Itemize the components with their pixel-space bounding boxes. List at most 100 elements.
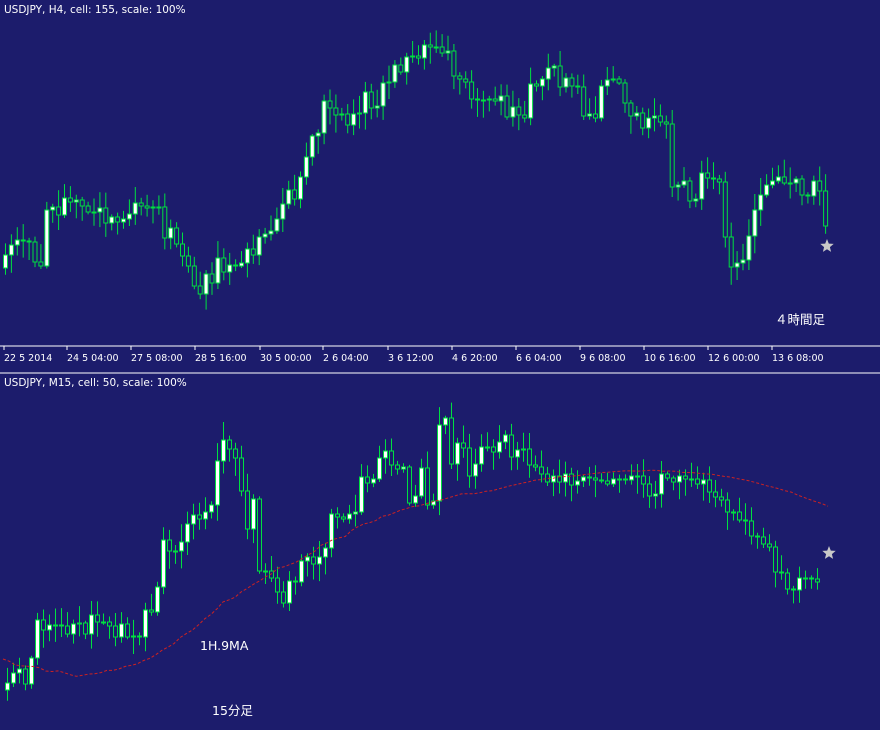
h4-candle xyxy=(3,254,8,269)
m15-candle xyxy=(209,504,214,513)
chart-canvas[interactable]: 22 5 2014 24 5 04:00 27 5 08:00 28 5 16:00 3… xyxy=(0,0,880,730)
m15-candle xyxy=(701,479,706,485)
m15-candle xyxy=(221,439,226,462)
h4-header: USDJPY, H4, cell: 155, scale: 100% xyxy=(4,4,186,16)
m15-candle xyxy=(359,476,364,513)
h4-candle xyxy=(711,177,716,180)
m15-candle xyxy=(491,446,496,453)
x-tick-label: 9 6 08:00 xyxy=(580,353,626,364)
star-marker-bottom xyxy=(822,546,836,559)
h4-candle xyxy=(652,115,657,119)
m15-annotation: 15分足 xyxy=(212,703,253,718)
m15-candle xyxy=(755,535,760,538)
m15-candle xyxy=(611,478,616,485)
h4-candle xyxy=(362,91,368,114)
m15-candle xyxy=(341,516,346,520)
h4-candle xyxy=(486,98,492,101)
m15-candle xyxy=(347,513,352,520)
h4-candle xyxy=(185,255,191,267)
h4-candle xyxy=(44,209,50,267)
m15-candle xyxy=(371,478,376,484)
h4-candle xyxy=(262,233,268,238)
m15-candle xyxy=(761,536,766,545)
m15-candle xyxy=(581,476,586,482)
m15-candle xyxy=(137,635,142,638)
m15-candle xyxy=(245,490,250,530)
m15-candle xyxy=(437,424,442,502)
h4-candle xyxy=(663,121,669,125)
h4-candle xyxy=(604,79,610,87)
m15-candle xyxy=(665,473,670,479)
h4-candle xyxy=(528,83,534,119)
m15-candle xyxy=(401,466,406,470)
h4-candle xyxy=(758,194,764,211)
h4-candle xyxy=(622,82,628,104)
h4-candle xyxy=(38,261,44,267)
h4-candle xyxy=(793,178,799,184)
h4-candle xyxy=(386,81,392,84)
h4-candle xyxy=(85,205,91,213)
m15-candle xyxy=(419,467,424,497)
h4-candle xyxy=(121,218,126,223)
h4-candle xyxy=(504,95,510,118)
m15-candle xyxy=(179,541,184,552)
m15-candle xyxy=(671,477,676,483)
h4-candle xyxy=(233,264,239,267)
m15-candle xyxy=(803,577,808,580)
h4-candle xyxy=(268,230,274,235)
m15-candle xyxy=(71,623,76,635)
h4-candle xyxy=(787,182,793,185)
h4-candle xyxy=(56,206,62,216)
m15-candle xyxy=(443,417,448,426)
time-axis: 22 5 2014 24 5 04:00 27 5 08:00 28 5 16:00 3… xyxy=(3,346,824,364)
m15-candle xyxy=(125,623,130,638)
m15-candle xyxy=(29,657,34,685)
h4-candle xyxy=(144,205,150,209)
x-tick-label: 13 6 08:00 xyxy=(772,353,824,364)
h4-candle xyxy=(781,176,787,184)
m15-candle xyxy=(617,478,622,481)
m15-candle xyxy=(797,577,802,591)
m15-candle xyxy=(749,520,754,537)
m15-candle xyxy=(425,467,430,506)
m15-candle xyxy=(317,556,322,565)
m15-candle xyxy=(383,450,388,459)
h4-candle xyxy=(327,100,333,109)
m15-candle xyxy=(41,619,46,631)
m15-candle xyxy=(449,417,454,465)
h4-candle xyxy=(498,95,504,102)
m15-candle xyxy=(83,622,88,635)
h4-candle xyxy=(823,190,829,227)
m15-candle xyxy=(329,513,334,549)
m15-candle xyxy=(215,460,220,506)
m15-candle xyxy=(35,619,40,659)
m15-candle xyxy=(161,539,166,588)
m15-candle xyxy=(587,476,592,479)
m15-candle xyxy=(533,464,538,468)
h4-candle xyxy=(551,65,557,69)
m15-candle xyxy=(521,448,526,451)
m15-candle xyxy=(311,556,316,565)
m15-candle xyxy=(791,588,796,591)
m15-candle xyxy=(251,498,256,530)
ma-label: 1H.9MA xyxy=(200,638,249,653)
m15-candle xyxy=(53,624,58,627)
m15-candle xyxy=(737,511,742,521)
h4-candle xyxy=(616,78,622,84)
m15-candle xyxy=(677,475,682,483)
h4-candle xyxy=(357,112,362,115)
h4-candle xyxy=(67,197,73,203)
m15-candle xyxy=(197,514,202,520)
h4-candle xyxy=(705,172,711,179)
h4-candle xyxy=(209,273,215,284)
h4-candle xyxy=(333,107,339,116)
h4-candle xyxy=(575,85,581,88)
star-marker-top xyxy=(820,239,834,252)
m15-candle xyxy=(335,513,340,518)
m15-candle xyxy=(653,493,658,497)
m15-candle xyxy=(365,476,370,484)
m15-candle xyxy=(623,478,628,481)
h4-candle xyxy=(191,265,197,287)
x-tick-label: 3 6 12:00 xyxy=(388,353,434,364)
h4-candle xyxy=(516,106,522,116)
